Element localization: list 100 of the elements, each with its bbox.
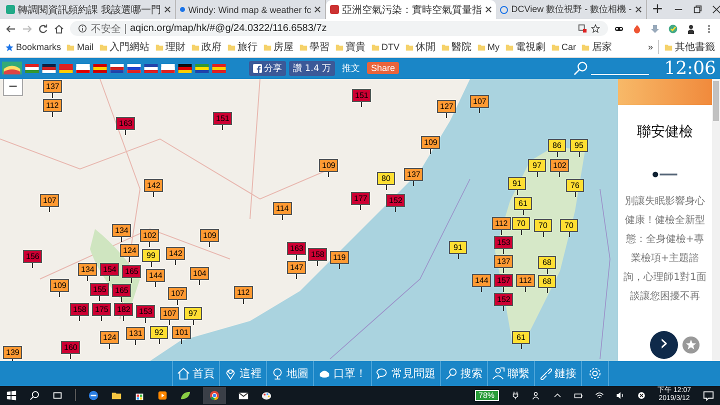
bookmark[interactable]: 學習 [298,40,330,54]
favicon-icon [180,7,186,12]
folder-icon [550,42,560,52]
battery-icon[interactable] [574,390,583,400]
location-pin-icon [224,366,236,380]
windows-start-icon[interactable] [6,390,17,401]
bookmark[interactable]: Mail [66,42,94,52]
ad-text: 別讓失眠影響身心健康！健檢全新型態：全身健檢+專業檢項+主題諮詢，心理師1對1面談讓您困擾不再 [623,194,707,304]
bookmark[interactable]: 居家 [581,40,612,54]
folder-icon [154,42,164,52]
flag-icon[interactable] [127,64,141,73]
new-tab-button[interactable]: + [646,0,668,20]
fire-extension-icon[interactable] [632,24,642,34]
close-icon[interactable] [164,6,172,14]
bookmark[interactable]: 休閒 [404,40,436,54]
browser-tab[interactable]: 亞洲空氣污染：實時空氣質量指 [326,0,496,20]
bookmark[interactable]: 寶貴 [334,40,366,54]
like-button[interactable]: 讚 1.4 万 [289,60,336,76]
task-view-icon[interactable] [52,390,63,401]
search-icon[interactable] [29,390,40,401]
bookmark[interactable]: My [476,42,500,52]
ad-title[interactable]: 聯安健檢 [637,122,693,141]
search-icon [444,366,458,380]
folder-icon [334,42,344,52]
bookmark[interactable]: 電視劇 [504,40,546,54]
chrome-browser-icon[interactable] [203,386,226,404]
brand-logo-icon [651,170,679,178]
folder-icon [504,42,514,52]
folder-icon [262,42,272,52]
speaker-icon[interactable] [616,390,625,400]
battery-indicator[interactable]: 78% [474,390,499,401]
globe-icon [270,366,284,380]
link-icon [538,366,552,380]
facebook-share-button[interactable]: 分享 [249,60,286,76]
flag-icon[interactable] [144,64,158,73]
folder-icon [190,42,200,52]
flag-icon[interactable] [195,64,209,73]
folder-icon [404,42,414,52]
aqi-marker[interactable]: 139 [3,346,22,361]
paint-palette-icon[interactable] [261,390,272,401]
favicon-icon [6,5,15,14]
back-arrow-icon[interactable] [6,24,16,34]
bookmark[interactable]: DTV [370,42,400,52]
map-drawing[interactable] [0,78,618,361]
home-icon[interactable] [54,24,64,34]
bookmark[interactable]: Car [550,42,576,52]
favicon-icon [330,5,340,14]
flag-icon[interactable] [42,64,56,73]
bookmark[interactable]: 房屋 [262,40,294,54]
info-icon[interactable] [78,24,87,34]
people-icon[interactable] [532,390,541,400]
mail-icon[interactable] [238,390,249,401]
more-bookmarks-button[interactable]: » [648,42,653,52]
star-icon[interactable] [591,24,600,34]
flag-icon[interactable] [110,64,124,73]
chat-bubble-icon [376,366,388,380]
close-icon[interactable] [485,6,492,14]
site-logo-icon[interactable] [2,61,22,76]
bookmark[interactable]: 醫院 [440,40,472,54]
profile-icon[interactable] [686,24,696,34]
facebook-icon [253,64,262,73]
folder-icon [98,42,108,52]
close-icon[interactable] [712,5,720,14]
home-icon [176,366,190,380]
restore-icon[interactable] [693,5,702,14]
notification-icon[interactable] [703,390,714,401]
bookmark[interactable]: 旅行 [226,40,258,54]
leaf-icon[interactable] [180,390,191,401]
folder-icon [226,42,236,52]
flag-icon[interactable] [178,64,192,73]
bookmark[interactable]: 政府 [190,40,222,54]
folder-icon [440,42,450,52]
tweet-button[interactable]: 推文 [338,60,364,76]
folder-icon [664,42,673,52]
chevron-up-icon[interactable] [552,390,562,400]
address-bar[interactable]: 不安全 aqicn.org/map/hk/#@g/24.0322/116.6583/7z [70,21,608,36]
close-icon[interactable] [634,6,642,14]
blocked-icon[interactable] [636,390,646,400]
folder-icon [370,42,380,52]
media-player-icon[interactable] [157,390,168,401]
person-icon [492,366,504,380]
next-button[interactable]: › [650,330,678,359]
reload-icon[interactable] [38,24,48,34]
bookmark[interactable]: Bookmarks [5,42,62,52]
star-icon [5,42,14,52]
folder-icon [581,42,590,52]
bookmark[interactable]: 其他書籤 [658,40,715,54]
folder-icon [476,42,486,52]
wifi-icon[interactable] [594,390,604,400]
plug-icon[interactable] [510,390,520,400]
folder-icon [298,42,308,52]
zoom-out-button[interactable]: − [3,78,23,96]
favicon-icon [500,6,508,14]
blocked-popup-icon[interactable] [578,24,587,34]
check-extension-icon[interactable] [668,24,678,34]
scrollbar-thumb[interactable] [713,80,719,121]
bookmark[interactable]: 理財 [154,40,186,54]
folder-icon [66,42,76,52]
bookmark[interactable]: 入門網站 [98,40,150,54]
close-icon[interactable] [314,6,322,14]
